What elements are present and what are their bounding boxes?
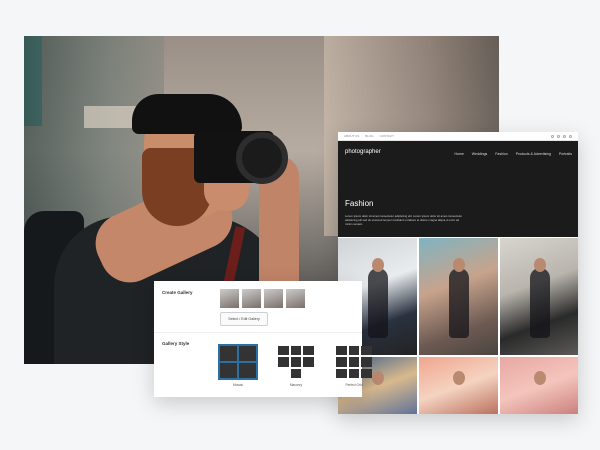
style-option-label: Mosaic: [232, 383, 244, 387]
style-option-label: Perfect Grid: [345, 383, 363, 387]
camera-lens: [236, 132, 288, 184]
site-topbar: ABOUT US BLOG CONTACT: [338, 132, 578, 141]
topbar-link-contact[interactable]: CONTACT: [380, 134, 394, 138]
page-title: Fashion: [345, 199, 374, 208]
gallery-style-label: Gallery Style: [162, 341, 190, 346]
create-gallery-section: Create Gallery Select / Edit Gallery: [154, 281, 362, 333]
gallery-thumbnail[interactable]: [264, 289, 283, 308]
gallery-photo[interactable]: [419, 357, 498, 414]
social-icon[interactable]: [569, 134, 572, 138]
gallery-photo[interactable]: [500, 238, 578, 355]
create-gallery-label: Create Gallery: [162, 290, 193, 295]
topbar-link-about[interactable]: ABOUT US: [344, 134, 359, 138]
style-option-mosaic[interactable]: Mosaic: [218, 344, 258, 387]
page-description: Lorem ipsum dolor sit amet consectetur a…: [345, 214, 463, 226]
website-mockup: ABOUT US BLOG CONTACT photographer Home …: [338, 132, 578, 414]
select-edit-gallery-button[interactable]: Select / Edit Gallery: [220, 312, 268, 326]
nav-item-products[interactable]: Products & Advertising: [516, 152, 551, 156]
topbar-link-blog[interactable]: BLOG: [365, 134, 373, 138]
social-icon[interactable]: [551, 134, 554, 138]
mosaic-layout-icon: [218, 344, 258, 380]
social-icons: [551, 134, 572, 138]
social-icon[interactable]: [557, 134, 560, 138]
nav-item-portraits[interactable]: Portraits: [559, 152, 572, 156]
gallery-thumbnail[interactable]: [242, 289, 261, 308]
gallery-photo[interactable]: [419, 238, 498, 355]
nav-item-home[interactable]: Home: [454, 152, 463, 156]
nav-item-weddings[interactable]: Weddings: [472, 152, 488, 156]
style-option-perfect-grid[interactable]: Perfect Grid: [334, 344, 374, 387]
photo-grid: [338, 238, 578, 414]
gallery-thumbnails: [220, 289, 305, 308]
masonry-layout-icon: [276, 344, 316, 380]
site-header: photographer Home Weddings Fashion Produ…: [338, 141, 578, 237]
nav-item-fashion[interactable]: Fashion: [495, 152, 507, 156]
gallery-thumbnail[interactable]: [286, 289, 305, 308]
social-icon[interactable]: [563, 134, 566, 138]
gallery-settings-panel: Create Gallery Select / Edit Gallery Gal…: [154, 281, 372, 397]
gallery-thumbnail[interactable]: [220, 289, 239, 308]
perfect-grid-layout-icon: [334, 344, 374, 380]
style-option-masonry[interactable]: Masonry: [276, 344, 316, 387]
site-nav: Home Weddings Fashion Products & Adverti…: [454, 152, 572, 156]
gallery-photo[interactable]: [500, 357, 578, 414]
gallery-style-options: Mosaic Masonry Perfect Grid: [218, 344, 374, 387]
style-option-label: Masonry: [289, 383, 303, 387]
photographer-cap: [132, 94, 242, 134]
